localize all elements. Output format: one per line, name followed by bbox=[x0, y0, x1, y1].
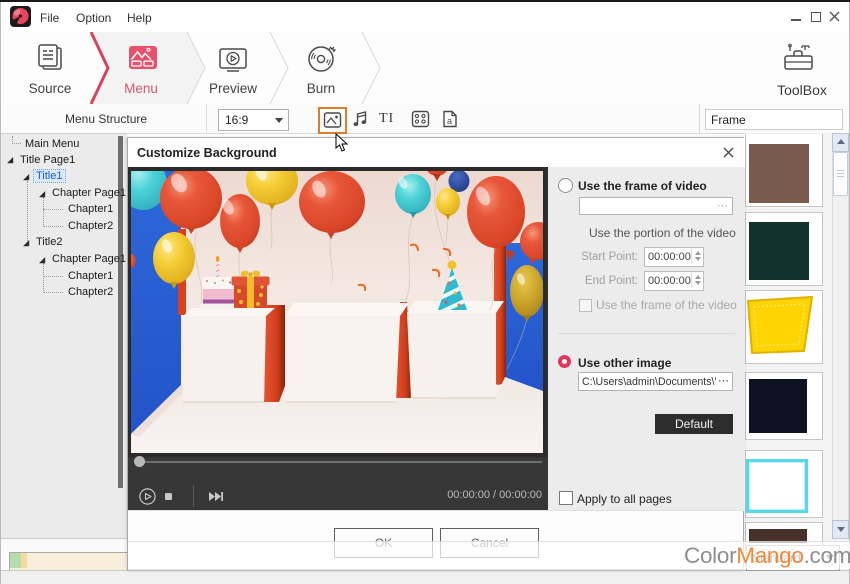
svg-text:a: a bbox=[447, 116, 452, 126]
